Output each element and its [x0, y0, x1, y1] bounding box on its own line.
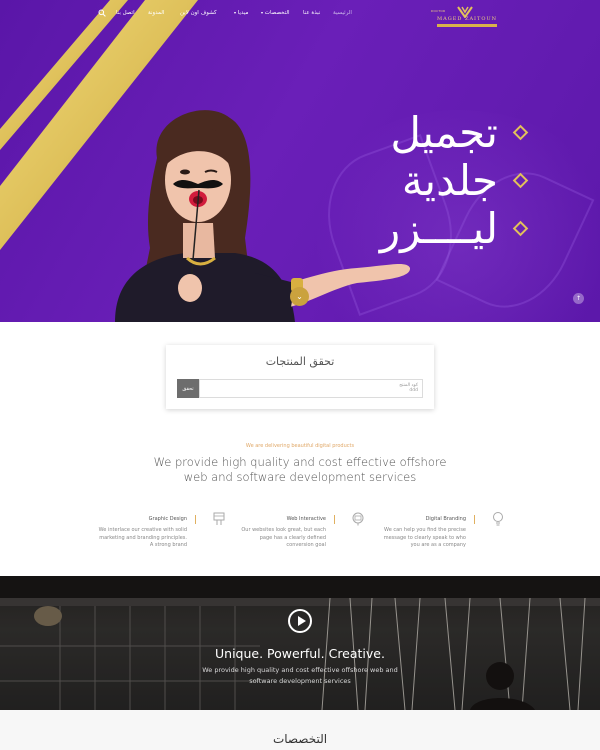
service-accent-bar — [334, 515, 335, 524]
specialties-title: التخصصات — [272, 732, 328, 746]
video-overlay — [0, 576, 600, 710]
logo-bar — [437, 24, 497, 27]
service-graphic-design: Graphic Design We interlace our creative… — [87, 511, 227, 561]
hero-banner: ⌄ ↑ تجميل جلدية ليــــزر — [0, 0, 600, 322]
service-title: Web Interactive — [286, 516, 326, 522]
lightbulb-icon — [493, 512, 503, 526]
service-text: Our websites look great, but each page h… — [241, 527, 326, 548]
product-code-input[interactable]: كود المنتج ddd — [199, 379, 423, 398]
nav-item-contact[interactable]: اتصل بنا — [116, 10, 135, 16]
nav-item-specialties[interactable]: ▾ التخصصات — [259, 10, 290, 16]
verify-title: تحقق المنتجات — [265, 355, 335, 368]
services-kicker: We are delivering beautiful digital prod… — [245, 443, 355, 449]
play-icon — [298, 616, 306, 626]
service-title: Digital Branding — [425, 516, 466, 522]
logo-main-text: MAGED ZAITOUN — [437, 16, 498, 22]
scroll-down-button[interactable]: ⌄ — [290, 287, 309, 306]
chevron-down-icon: ▾ — [234, 10, 237, 15]
nav-item-online-exam[interactable]: كشوف اون لاين — [180, 10, 217, 16]
verify-button[interactable]: تحقق — [177, 379, 199, 398]
service-web-interactive: Web Interactive Our websites look great,… — [226, 511, 366, 561]
video-title: Unique. Powerful. Creative. — [215, 646, 385, 661]
specialties-section: التخصصات — [0, 710, 600, 750]
product-code-placeholder: كود المنتج ddd — [399, 383, 418, 394]
service-text: We can help you find the precise message… — [383, 527, 466, 548]
nav-item-blog[interactable]: المدونة — [148, 10, 164, 16]
top-navigation: اتصل بنا المدونة كشوف اون لاين ▾ ميديا ▾… — [0, 0, 600, 28]
services-headline: We provide high quality and cost effecti… — [153, 455, 447, 484]
product-verify-card: تحقق المنتجات تحقق كود المنتج ddd — [166, 345, 434, 409]
nav-item-about[interactable]: نبذة عنا — [303, 10, 320, 16]
monitor-icon — [352, 512, 364, 526]
service-title: Graphic Design — [148, 516, 187, 522]
hero-line-beauty: تجميل — [390, 108, 498, 157]
play-button[interactable] — [288, 609, 312, 633]
scroll-to-top-button[interactable]: ↑ — [573, 293, 584, 304]
search-icon[interactable] — [98, 9, 106, 17]
service-accent-bar — [474, 515, 475, 524]
arrow-down-icon: ⌄ — [296, 292, 303, 301]
hero-line-derma: جلدية — [401, 156, 498, 205]
video-subtitle: We provide high quality and cost effecti… — [202, 666, 398, 685]
service-accent-bar — [195, 515, 196, 524]
arrow-up-icon: ↑ — [575, 295, 582, 302]
hero-line-laser: ليــــزر — [379, 204, 498, 253]
design-icon — [213, 512, 225, 525]
service-text: We interlace our creative with solid mar… — [98, 527, 187, 548]
hero-person-image — [115, 110, 411, 322]
video-band: Unique. Powerful. Creative. We provide h… — [0, 576, 600, 710]
logo-small-text: DOCTOR — [431, 9, 446, 13]
chevron-down-icon: ▾ — [261, 10, 264, 15]
service-digital-branding: Digital Branding We can help you find th… — [366, 511, 506, 561]
site-logo[interactable]: DOCTOR MAGED ZAITOUN — [431, 6, 499, 30]
nav-item-home[interactable]: الرئيسية — [333, 10, 352, 16]
nav-item-media[interactable]: ▾ ميديا — [232, 10, 248, 16]
